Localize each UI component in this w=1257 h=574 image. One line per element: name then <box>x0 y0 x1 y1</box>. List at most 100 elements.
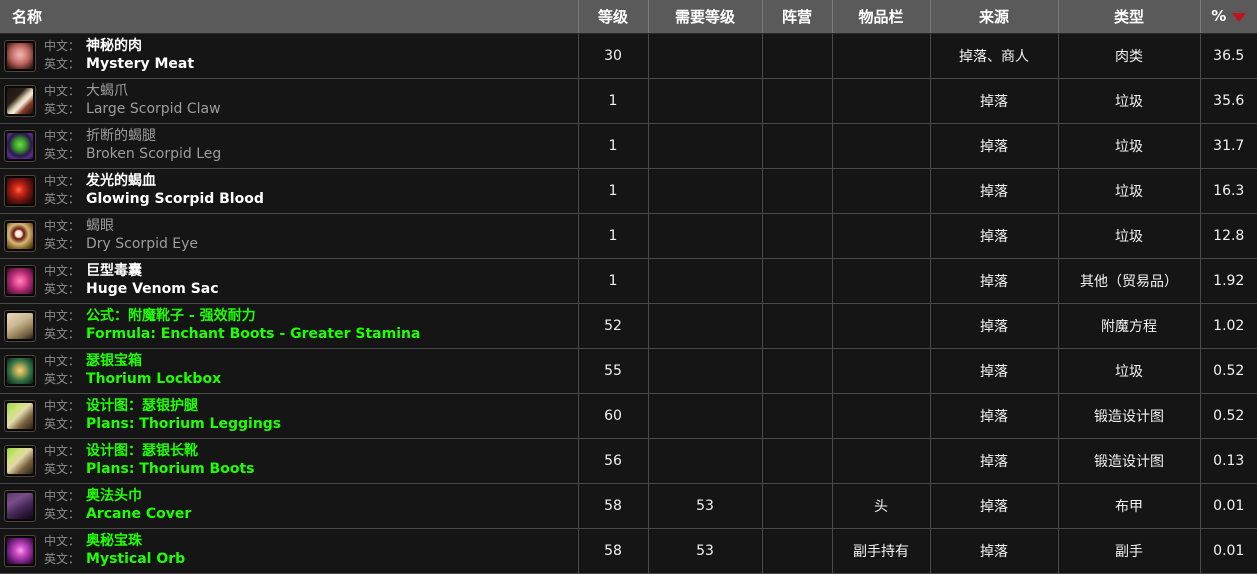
glowing-scorpid-blood-icon[interactable] <box>4 174 36 207</box>
column-header-level[interactable]: 等级 <box>578 0 649 34</box>
drop-percent-cell: 0.13 <box>1200 438 1257 484</box>
column-header-required-level[interactable]: 需要等级 <box>648 0 763 34</box>
item-name-zh[interactable]: 神秘的肉 <box>86 38 142 55</box>
item-name-zh[interactable]: 设计图：瑟银护腿 <box>86 398 198 415</box>
item-name-cell[interactable]: 中文： 折断的蝎腿 英文： Broken Scorpid Leg <box>0 123 579 169</box>
source-cell: 掉落 <box>930 168 1059 214</box>
thorium-lockbox-icon[interactable] <box>4 354 36 387</box>
column-header-percent-label: % <box>1211 7 1227 26</box>
table-row[interactable]: 中文： 发光的蝎血 英文： Glowing Scorpid Blood 1 掉落 垃圾 16.… <box>0 168 1257 214</box>
item-name-cell[interactable]: 中文： 奥法头巾 英文： Arcane Cover <box>0 483 579 529</box>
name-label-en: 英文： <box>44 416 81 431</box>
item-name-en[interactable]: Broken Scorpid Leg <box>86 146 221 163</box>
item-name-en[interactable]: Mystery Meat <box>86 56 194 73</box>
item-name-en[interactable]: Plans: Thorium Boots <box>86 461 254 478</box>
item-name-en[interactable]: Formula: Enchant Boots - Greater Stamina <box>86 326 420 343</box>
type-cell: 布甲 <box>1058 483 1201 529</box>
item-slot-cell <box>832 393 931 439</box>
item-name-cell[interactable]: 中文： 神秘的肉 英文： Mystery Meat <box>0 33 579 79</box>
table-row[interactable]: 中文： 瑟银宝箱 英文： Thorium Lockbox 55 掉落 垃圾 0.52 <box>0 348 1257 394</box>
huge-venom-sac-icon[interactable] <box>4 264 36 297</box>
table-row[interactable]: 中文： 奥秘宝珠 英文： Mystical Orb 58 53 副手持有 掉落 副手 0.01 <box>0 528 1257 574</box>
drop-percent-cell: 0.01 <box>1200 528 1257 574</box>
source-cell: 掉落 <box>930 483 1059 529</box>
item-name-zh[interactable]: 奥法头巾 <box>86 488 142 505</box>
mystery-meat-icon[interactable] <box>4 39 36 72</box>
item-name-zh[interactable]: 奥秘宝珠 <box>86 533 142 550</box>
sort-descending-icon[interactable] <box>1232 12 1247 22</box>
item-name-zh[interactable]: 蝎眼 <box>86 218 114 235</box>
item-name-cell[interactable]: 中文： 公式：附魔靴子 - 强效耐力 英文： Formula: Enchant Boo… <box>0 303 579 349</box>
item-name-cell[interactable]: 中文： 蝎眼 英文： Dry Scorpid Eye <box>0 213 579 259</box>
mystical-orb-icon[interactable] <box>4 534 36 567</box>
table-row[interactable]: 中文： 巨型毒囊 英文： Huge Venom Sac 1 掉落 其他（贸易品） 1.92 <box>0 258 1257 304</box>
table-row[interactable]: 中文： 大蝎爪 英文： Large Scorpid Claw 1 掉落 垃圾 35.6 <box>0 78 1257 124</box>
required-level-cell <box>648 303 763 349</box>
table-row[interactable]: 中文： 奥法头巾 英文： Arcane Cover 58 53 头掉落 布甲 0.01 <box>0 483 1257 529</box>
item-name-cell[interactable]: 中文： 奥秘宝珠 英文： Mystical Orb <box>0 528 579 574</box>
table-row[interactable]: 中文： 折断的蝎腿 英文： Broken Scorpid Leg 1 掉落 垃圾 31.7 <box>0 123 1257 169</box>
required-level-cell <box>648 213 763 259</box>
column-header-type[interactable]: 类型 <box>1058 0 1201 34</box>
table-row[interactable]: 中文： 蝎眼 英文： Dry Scorpid Eye 1 掉落 垃圾 12.8 <box>0 213 1257 259</box>
faction-cell <box>762 168 833 214</box>
column-header-slot[interactable]: 物品栏 <box>832 0 931 34</box>
item-name-en[interactable]: Arcane Cover <box>86 506 191 523</box>
item-name-en[interactable]: Huge Venom Sac <box>86 281 219 298</box>
item-level-cell: 1 <box>578 258 649 304</box>
blacksmith-plans-icon[interactable] <box>4 399 36 432</box>
table-row[interactable]: 中文： 神秘的肉 英文： Mystery Meat 30 掉落、商人 肉类 36.5 <box>0 33 1257 79</box>
faction-cell <box>762 33 833 79</box>
item-name-cell[interactable]: 中文： 巨型毒囊 英文： Huge Venom Sac <box>0 258 579 304</box>
table-row[interactable]: 中文： 设计图：瑟银长靴 英文： Plans: Thorium Boots 56 掉落 锻造… <box>0 438 1257 484</box>
column-header-source[interactable]: 来源 <box>930 0 1059 34</box>
formula-scroll-icon[interactable] <box>4 309 36 342</box>
item-name-en[interactable]: Thorium Lockbox <box>86 371 221 388</box>
table-row[interactable]: 中文： 设计图：瑟银护腿 英文： Plans: Thorium Leggings 60 掉… <box>0 393 1257 439</box>
required-level-cell <box>648 33 763 79</box>
item-slot-cell: 头 <box>832 483 931 529</box>
item-name-zh[interactable]: 设计图：瑟银长靴 <box>86 443 198 460</box>
drop-percent-cell: 1.92 <box>1200 258 1257 304</box>
column-header-name[interactable]: 名称 <box>0 0 579 34</box>
item-drop-table: 名称 等级 需要等级 阵营 物品栏 来源 类型 % 中文： 神秘的肉 英文： M… <box>0 0 1257 574</box>
item-level-cell: 55 <box>578 348 649 394</box>
column-header-required-level-label: 需要等级 <box>674 7 735 26</box>
item-slot-cell <box>832 33 931 79</box>
item-name-en[interactable]: Plans: Thorium Leggings <box>86 416 281 433</box>
drop-percent-cell: 31.7 <box>1200 123 1257 169</box>
item-name-zh[interactable]: 巨型毒囊 <box>86 263 142 280</box>
item-name-zh[interactable]: 瑟银宝箱 <box>86 353 142 370</box>
item-name-cell[interactable]: 中文： 大蝎爪 英文： Large Scorpid Claw <box>0 78 579 124</box>
source-cell: 掉落、商人 <box>930 33 1059 79</box>
column-header-source-label: 来源 <box>978 7 1009 26</box>
dry-scorpid-eye-icon[interactable] <box>4 219 36 252</box>
item-name-en[interactable]: Glowing Scorpid Blood <box>86 191 264 208</box>
drop-percent-cell: 16.3 <box>1200 168 1257 214</box>
blacksmith-plans-icon[interactable] <box>4 444 36 477</box>
item-name-zh[interactable]: 大蝎爪 <box>86 83 128 100</box>
item-name-cell[interactable]: 中文： 发光的蝎血 英文： Glowing Scorpid Blood <box>0 168 579 214</box>
item-name-cell[interactable]: 中文： 瑟银宝箱 英文： Thorium Lockbox <box>0 348 579 394</box>
broken-scorpid-leg-icon[interactable] <box>4 129 36 162</box>
column-header-faction[interactable]: 阵营 <box>762 0 833 34</box>
item-name-cell[interactable]: 中文： 设计图：瑟银长靴 英文： Plans: Thorium Boots <box>0 438 579 484</box>
item-name-en[interactable]: Dry Scorpid Eye <box>86 236 198 253</box>
type-cell: 锻造设计图 <box>1058 438 1201 484</box>
name-label-zh: 中文： <box>44 534 81 549</box>
column-header-percent[interactable]: % <box>1200 0 1257 34</box>
item-name-cell[interactable]: 中文： 设计图：瑟银护腿 英文： Plans: Thorium Leggings <box>0 393 579 439</box>
item-name-zh[interactable]: 发光的蝎血 <box>86 173 156 190</box>
item-level-cell: 56 <box>578 438 649 484</box>
required-level-cell <box>648 348 763 394</box>
large-scorpid-claw-icon[interactable] <box>4 84 36 117</box>
item-name-zh[interactable]: 折断的蝎腿 <box>86 128 156 145</box>
item-name-zh[interactable]: 公式：附魔靴子 - 强效耐力 <box>86 308 256 325</box>
item-name-en[interactable]: Mystical Orb <box>86 551 185 568</box>
table-row[interactable]: 中文： 公式：附魔靴子 - 强效耐力 英文： Formula: Enchant Boo… <box>0 303 1257 349</box>
item-level-cell: 58 <box>578 528 649 574</box>
name-label-en: 英文： <box>44 146 81 161</box>
item-name-en[interactable]: Large Scorpid Claw <box>86 101 221 118</box>
faction-cell <box>762 348 833 394</box>
arcane-cover-icon[interactable] <box>4 489 36 522</box>
